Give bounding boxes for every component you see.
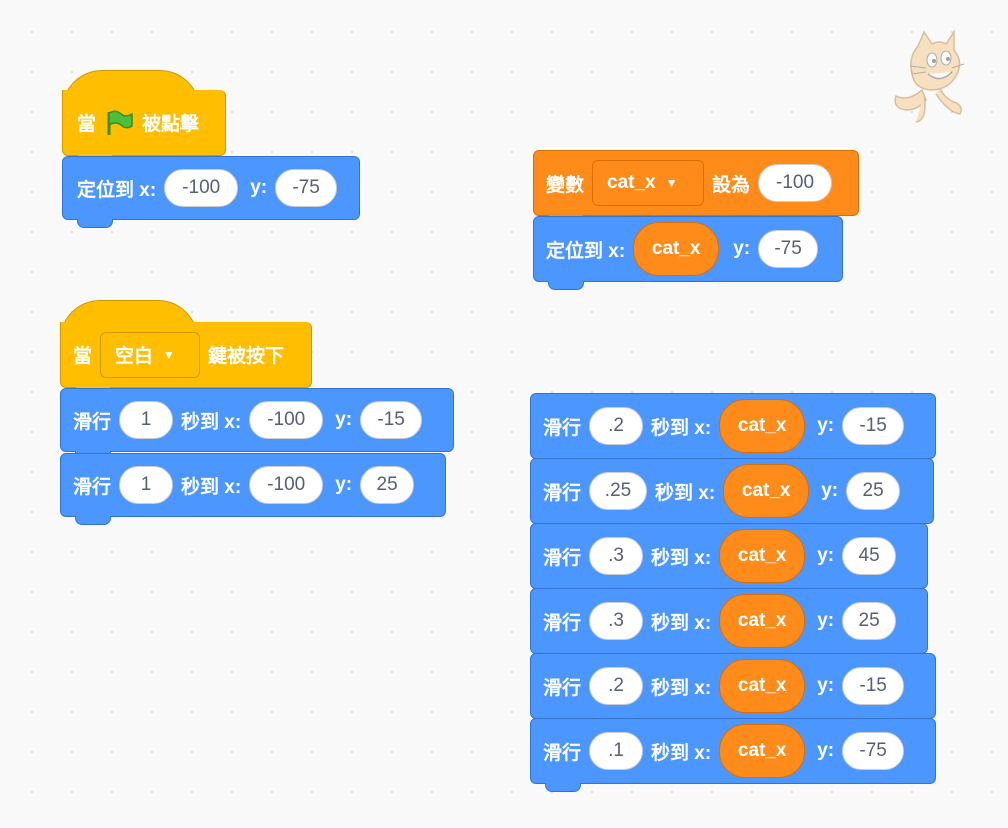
- block-tab: [77, 219, 113, 228]
- cat-x-reporter[interactable]: cat_x: [719, 659, 806, 713]
- to-x-label: 秒到 x:: [651, 677, 712, 699]
- when-label: 當: [77, 114, 97, 135]
- to-x-label: 秒到 x:: [181, 476, 242, 498]
- y-label: y:: [817, 740, 835, 761]
- x-input[interactable]: -100: [249, 466, 324, 504]
- to-x-label: 秒到 x:: [651, 612, 712, 634]
- glide-block[interactable]: 滑行 .25 秒到 x: cat_x y: 25: [530, 458, 934, 532]
- y-label: y:: [335, 474, 353, 495]
- scratch-cat-icon: [888, 28, 966, 128]
- secs-input[interactable]: .2: [589, 407, 644, 445]
- y-input[interactable]: -75: [275, 169, 338, 207]
- to-x-label: 秒到 x:: [651, 547, 712, 569]
- y-label: y:: [821, 480, 839, 501]
- y-input[interactable]: -15: [842, 407, 905, 445]
- y-label: y:: [817, 415, 835, 436]
- clicked-label: 被點擊: [142, 114, 200, 135]
- secs-input[interactable]: .1: [589, 732, 644, 770]
- to-x-label: 秒到 x:: [655, 482, 716, 504]
- y-input[interactable]: 25: [846, 472, 901, 510]
- secs-input[interactable]: .3: [589, 537, 644, 575]
- glide-block[interactable]: 滑行 .2 秒到 x: cat_x y: -15: [530, 653, 936, 727]
- goto-label: 定位到 x:: [546, 240, 626, 262]
- goto-label: 定位到 x:: [77, 179, 157, 201]
- glide-label: 滑行: [543, 482, 582, 504]
- key-value: 空白: [115, 346, 154, 367]
- secs-input[interactable]: .3: [589, 602, 644, 640]
- cat-x-reporter[interactable]: cat_x: [723, 464, 810, 518]
- x-input[interactable]: -100: [249, 401, 324, 439]
- secs-input[interactable]: 1: [119, 401, 174, 439]
- to-x-label: 秒到 x:: [181, 411, 242, 433]
- y-label: y:: [250, 177, 268, 198]
- block-tab: [545, 783, 581, 792]
- cat-x-reporter[interactable]: cat_x: [633, 222, 720, 276]
- y-input[interactable]: -75: [842, 732, 905, 770]
- y-input[interactable]: 25: [360, 466, 415, 504]
- glide-block[interactable]: 滑行 .2 秒到 x: cat_x y: -15: [530, 393, 936, 467]
- glide-label: 滑行: [543, 612, 582, 634]
- secs-input[interactable]: .2: [589, 667, 644, 705]
- glide-label: 滑行: [543, 677, 582, 699]
- when-flag-clicked-block[interactable]: 當 被點擊: [62, 90, 226, 164]
- variable-dropdown[interactable]: cat_x ▼: [592, 160, 705, 206]
- when-key-pressed-block[interactable]: 當 空白 ▼ 鍵被按下: [60, 322, 312, 396]
- glide-block[interactable]: 滑行 1 秒到 x: -100 y: 25: [60, 453, 446, 525]
- glide-block[interactable]: 滑行 .1 秒到 x: cat_x y: -75: [530, 718, 936, 792]
- to-x-label: 秒到 x:: [651, 742, 712, 764]
- y-label: y:: [817, 545, 835, 566]
- goto-xy-block[interactable]: 定位到 x: cat_x y: -75: [533, 216, 843, 290]
- cat-x-reporter[interactable]: cat_x: [719, 594, 806, 648]
- value-input[interactable]: -100: [758, 164, 833, 202]
- set-to-label: 設為: [712, 174, 751, 196]
- when-label: 當: [73, 346, 93, 367]
- glide-label: 滑行: [73, 411, 112, 433]
- y-input[interactable]: 25: [842, 602, 897, 640]
- glide-block[interactable]: 滑行 .3 秒到 x: cat_x y: 45: [530, 523, 928, 597]
- block-tab: [548, 281, 584, 290]
- green-flag-icon: [104, 109, 134, 137]
- secs-input[interactable]: 1: [119, 466, 174, 504]
- y-label: y:: [335, 409, 353, 430]
- y-input[interactable]: -15: [360, 401, 423, 439]
- secs-input[interactable]: .25: [589, 472, 648, 510]
- dropdown-arrow-icon: ▼: [665, 176, 678, 190]
- y-input[interactable]: -15: [842, 667, 905, 705]
- cat-x-reporter[interactable]: cat_x: [719, 529, 806, 583]
- variable-name: cat_x: [607, 172, 656, 193]
- cat-x-reporter[interactable]: cat_x: [719, 399, 806, 453]
- glide-block[interactable]: 滑行 .3 秒到 x: cat_x y: 25: [530, 588, 928, 662]
- y-label: y:: [817, 610, 835, 631]
- x-input[interactable]: -100: [164, 169, 239, 207]
- set-variable-block[interactable]: 變數 cat_x ▼ 設為 -100: [533, 150, 859, 224]
- to-x-label: 秒到 x:: [651, 417, 712, 439]
- key-dropdown[interactable]: 空白 ▼: [100, 331, 201, 378]
- pressed-label: 鍵被按下: [208, 346, 285, 367]
- y-input[interactable]: -75: [758, 230, 819, 268]
- glide-block[interactable]: 滑行 1 秒到 x: -100 y: -15: [60, 388, 454, 460]
- y-label: y:: [817, 675, 835, 696]
- y-label: y:: [733, 238, 751, 259]
- goto-xy-block[interactable]: 定位到 x: -100 y: -75: [62, 156, 360, 228]
- cat-x-reporter[interactable]: cat_x: [719, 724, 806, 778]
- glide-label: 滑行: [73, 476, 112, 498]
- glide-label: 滑行: [543, 742, 582, 764]
- glide-label: 滑行: [543, 417, 582, 439]
- variable-label: 變數: [546, 174, 585, 196]
- y-input[interactable]: 45: [842, 537, 897, 575]
- glide-label: 滑行: [543, 547, 582, 569]
- block-tab: [75, 516, 111, 525]
- dropdown-arrow-icon: ▼: [163, 347, 175, 362]
